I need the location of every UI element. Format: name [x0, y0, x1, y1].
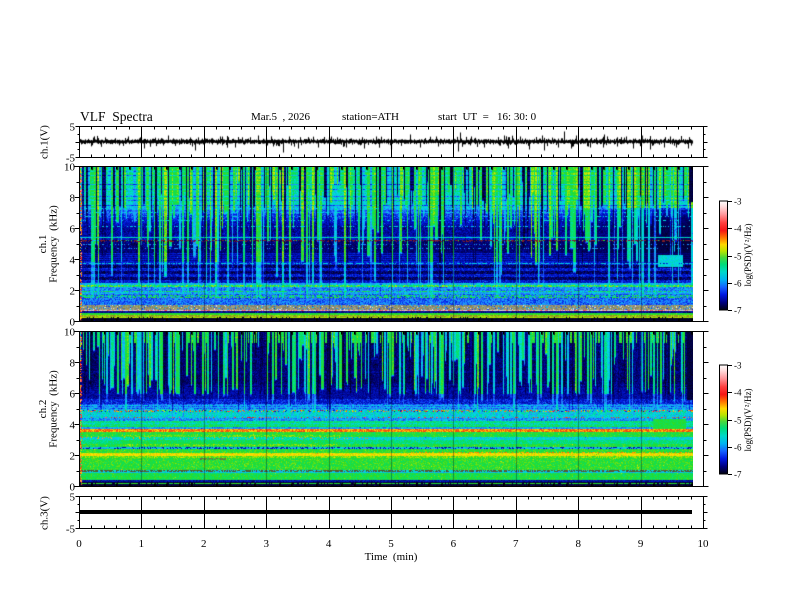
svg-text:7: 7	[513, 538, 519, 550]
svg-text:8: 8	[575, 538, 581, 550]
svg-text:-5: -5	[66, 524, 76, 536]
svg-text:1: 1	[139, 538, 145, 550]
svg-text:3: 3	[263, 538, 269, 550]
svg-text:10: 10	[64, 327, 76, 339]
svg-text:-7: -7	[734, 306, 742, 316]
svg-text:5: 5	[70, 122, 76, 134]
svg-text:6: 6	[451, 538, 457, 550]
svg-text:ch.3(V): ch.3(V)	[39, 496, 51, 530]
svg-text:Frequency (kHz): Frequency (kHz)	[48, 205, 60, 283]
svg-text:4: 4	[70, 420, 76, 432]
svg-text:8: 8	[70, 358, 76, 370]
svg-text:9: 9	[638, 538, 644, 550]
svg-text:station=ATH: station=ATH	[342, 111, 399, 123]
svg-text:2: 2	[70, 451, 76, 463]
svg-text:-6: -6	[734, 443, 742, 453]
svg-text:-3: -3	[734, 361, 742, 371]
svg-text:Mar.5 , 2026: Mar.5 , 2026	[251, 111, 310, 123]
svg-text:6: 6	[70, 389, 76, 401]
svg-text:-4: -4	[734, 388, 742, 398]
svg-text:VLF Spectra: VLF Spectra	[80, 109, 153, 124]
svg-text:10: 10	[64, 162, 76, 174]
svg-text:4: 4	[70, 255, 76, 267]
svg-text:Frequency (kHz): Frequency (kHz)	[48, 370, 60, 448]
svg-text:log(PSD)(V ²/Hz): log(PSD)(V ²/Hz)	[743, 389, 753, 452]
svg-text:-5: -5	[734, 252, 742, 262]
svg-text:-3: -3	[734, 197, 742, 207]
svg-text:2: 2	[201, 538, 207, 550]
svg-text:ch.1(V): ch.1(V)	[39, 125, 51, 159]
svg-text:start UT = 16: 30: 0: start UT = 16: 30: 0	[438, 111, 537, 123]
svg-text:5: 5	[388, 538, 394, 550]
svg-text:-6: -6	[734, 279, 742, 289]
svg-text:4: 4	[326, 538, 332, 550]
svg-text:-4: -4	[734, 224, 742, 234]
svg-text:6: 6	[70, 224, 76, 236]
svg-text:0: 0	[76, 538, 82, 550]
svg-text:10: 10	[698, 538, 710, 550]
svg-text:Time (min): Time (min)	[365, 551, 418, 563]
svg-text:8: 8	[70, 193, 76, 205]
svg-text:2: 2	[70, 286, 76, 298]
svg-text:-5: -5	[734, 416, 742, 426]
svg-text:log(PSD)(V ²/Hz): log(PSD)(V ²/Hz)	[743, 224, 753, 287]
svg-text:-7: -7	[734, 470, 742, 480]
svg-text:0: 0	[70, 482, 76, 494]
